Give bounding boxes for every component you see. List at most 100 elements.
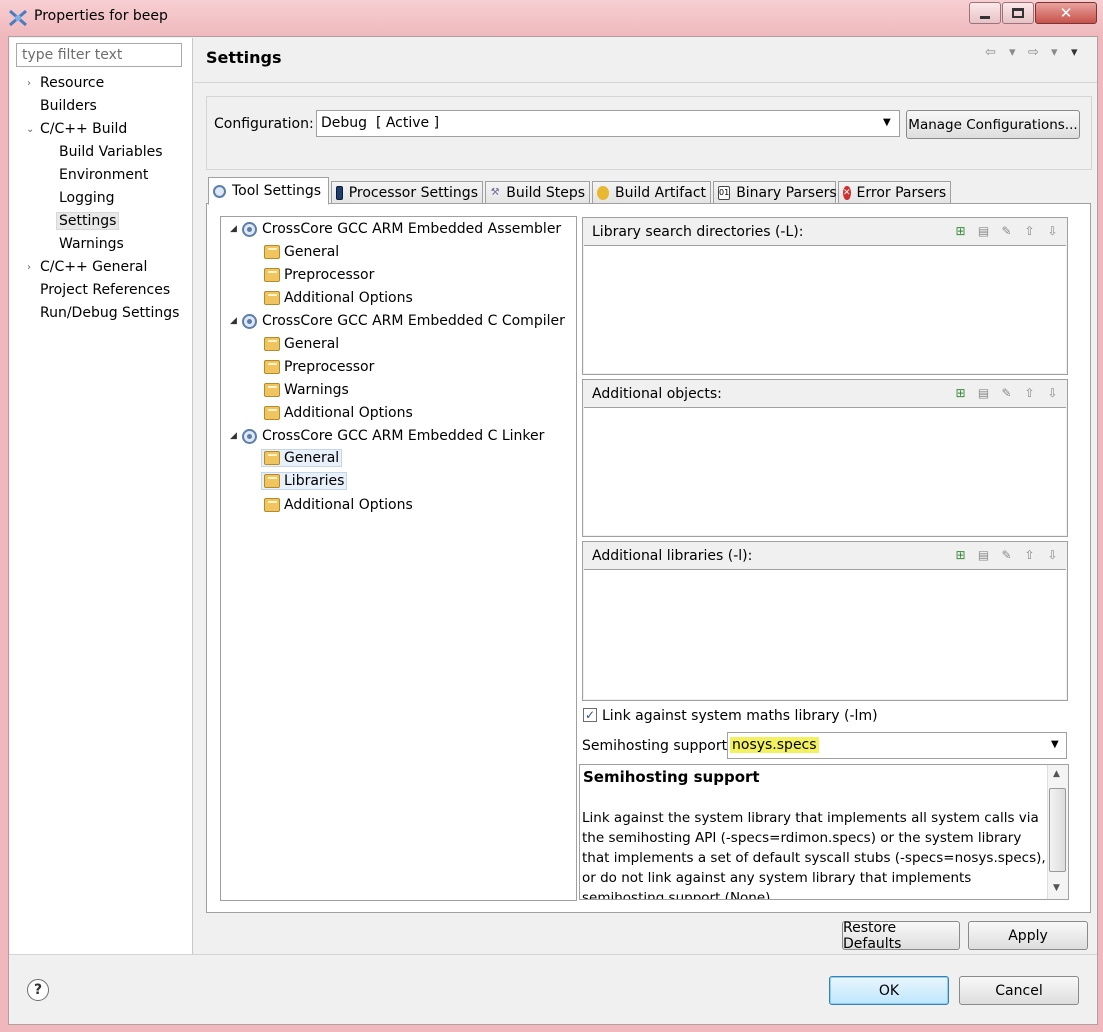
list-body[interactable] xyxy=(584,407,1066,535)
tool-icon xyxy=(242,428,257,444)
math-library-checkbox[interactable]: ✓ xyxy=(583,708,597,722)
nav-item-resource[interactable]: Resource xyxy=(40,75,104,91)
chevron-down-icon[interactable]: ▼ xyxy=(883,117,891,128)
tree-tool-linker[interactable]: ◢ CrossCore GCC ARM Embedded C Linker xyxy=(230,428,544,444)
tree-tool-assembler[interactable]: ◢ CrossCore GCC ARM Embedded Assembler xyxy=(230,221,561,237)
delete-icon[interactable]: ▤ xyxy=(975,384,992,401)
configuration-label: Configuration: xyxy=(214,116,314,132)
forward-menu-icon[interactable]: ▾ xyxy=(1051,45,1058,60)
list-body[interactable] xyxy=(584,245,1066,373)
tree-option-label: Additional Options xyxy=(284,405,413,421)
page-title: Settings xyxy=(206,48,282,67)
configuration-value: Debug [ Active ] xyxy=(321,115,440,131)
tree-option-warnings[interactable]: Warnings xyxy=(264,382,349,398)
delete-icon[interactable]: ▤ xyxy=(975,222,992,239)
manage-configurations-button[interactable]: Manage Configurations... xyxy=(906,110,1080,139)
option-folder-icon xyxy=(264,474,280,488)
collapse-icon[interactable]: ◢ xyxy=(230,224,242,234)
tool-settings-icon xyxy=(213,184,226,198)
tree-option-label: Warnings xyxy=(284,382,349,398)
tab-label: Processor Settings xyxy=(348,184,478,201)
tool-icon xyxy=(242,221,257,237)
maximize-button[interactable] xyxy=(1002,2,1034,24)
add-icon[interactable]: ⊞ xyxy=(952,222,969,239)
build-steps-icon: ⚒ xyxy=(490,186,500,198)
add-icon[interactable]: ⊞ xyxy=(952,384,969,401)
chevron-down-icon[interactable]: ▼ xyxy=(1051,739,1059,750)
move-down-icon[interactable]: ⇩ xyxy=(1044,384,1061,401)
move-up-icon[interactable]: ⇧ xyxy=(1021,384,1038,401)
tree-option-general[interactable]: General xyxy=(261,449,343,467)
collapse-build-icon[interactable]: ⌄ xyxy=(26,124,34,135)
help-icon[interactable]: ? xyxy=(27,979,49,1001)
edit-icon[interactable]: ✎ xyxy=(998,384,1015,401)
nav-item-environment[interactable]: Environment xyxy=(59,167,148,183)
delete-icon[interactable]: ▤ xyxy=(975,546,992,563)
move-up-icon[interactable]: ⇧ xyxy=(1021,222,1038,239)
tree-option-additional[interactable]: Additional Options xyxy=(264,405,413,421)
tree-option-additional[interactable]: Additional Options xyxy=(264,497,413,513)
ok-button[interactable]: OK xyxy=(829,976,949,1005)
back-menu-icon[interactable]: ▾ xyxy=(1009,45,1016,60)
expand-resource-icon[interactable]: › xyxy=(27,78,31,89)
nav-item-warnings[interactable]: Warnings xyxy=(59,236,124,252)
tab-build-steps[interactable]: ⚒ Build Steps xyxy=(485,181,590,204)
move-up-icon[interactable]: ⇧ xyxy=(1021,546,1038,563)
tree-option-general[interactable]: General xyxy=(264,244,339,260)
cancel-button[interactable]: Cancel xyxy=(959,976,1079,1005)
nav-item-run-debug[interactable]: Run/Debug Settings xyxy=(40,305,179,321)
nav-item-project-references[interactable]: Project References xyxy=(40,282,170,298)
tree-tool-compiler[interactable]: ◢ CrossCore GCC ARM Embedded C Compiler xyxy=(230,313,565,329)
list-title: Additional libraries (-l): xyxy=(592,548,753,564)
tree-option-label: Preprocessor xyxy=(284,359,375,375)
apply-button[interactable]: Apply xyxy=(968,921,1088,950)
nav-item-builders[interactable]: Builders xyxy=(40,98,97,114)
tab-label: Binary Parsers xyxy=(736,184,837,201)
tree-option-label: General xyxy=(284,336,340,352)
tab-processor-settings[interactable]: Processor Settings xyxy=(331,181,483,204)
nav-item-settings[interactable]: Settings xyxy=(56,212,120,230)
tree-tool-label: CrossCore GCC ARM Embedded Assembler xyxy=(262,221,562,237)
view-menu-icon[interactable]: ▾ xyxy=(1071,45,1078,60)
list-body[interactable] xyxy=(584,569,1066,699)
close-button[interactable]: ✕ xyxy=(1035,2,1097,24)
tool-icon xyxy=(242,313,257,329)
collapse-icon[interactable]: ◢ xyxy=(230,316,242,326)
tree-option-preprocessor[interactable]: Preprocessor xyxy=(264,267,374,283)
tree-option-additional[interactable]: Additional Options xyxy=(264,290,413,306)
nav-item-build-variables[interactable]: Build Variables xyxy=(59,144,163,160)
tab-binary-parsers[interactable]: 01 Binary Parsers xyxy=(713,181,837,204)
move-down-icon[interactable]: ⇩ xyxy=(1044,222,1061,239)
move-down-icon[interactable]: ⇩ xyxy=(1044,546,1061,563)
minimize-button[interactable] xyxy=(969,2,1001,24)
semihosting-value: nosys.specs xyxy=(730,737,819,753)
collapse-icon[interactable]: ◢ xyxy=(230,431,242,441)
nav-item-cpp-general[interactable]: C/C++ General xyxy=(40,259,147,275)
back-icon[interactable]: ⇦ xyxy=(985,45,996,60)
list-title: Additional objects: xyxy=(592,386,722,402)
tree-option-preprocessor[interactable]: Preprocessor xyxy=(264,359,374,375)
help-text: Link against the system library that imp… xyxy=(582,810,1046,899)
tab-label: Error Parsers xyxy=(856,184,947,201)
scroll-down-icon[interactable]: ▼ xyxy=(1053,883,1060,893)
scroll-thumb[interactable] xyxy=(1049,788,1066,872)
tree-option-libraries[interactable]: Libraries xyxy=(261,472,348,490)
tab-tool-settings[interactable]: Tool Settings xyxy=(208,177,329,205)
filter-input[interactable] xyxy=(16,43,182,67)
additional-objects-list: Additional objects: ⊞ ▤ ✎ ⇧ ⇩ xyxy=(582,379,1068,537)
forward-icon[interactable]: ⇨ xyxy=(1028,45,1039,60)
tab-error-parsers[interactable]: ✕ Error Parsers xyxy=(838,181,951,204)
list-toolbar: ⊞ ▤ ✎ ⇧ ⇩ xyxy=(952,222,1061,239)
tree-option-general[interactable]: General xyxy=(264,336,339,352)
scroll-up-icon[interactable]: ▲ xyxy=(1053,769,1060,779)
tab-build-artifact[interactable]: Build Artifact xyxy=(592,181,711,204)
expand-general-icon[interactable]: › xyxy=(27,262,31,273)
tree-option-label: Libraries xyxy=(284,473,345,489)
nav-item-logging[interactable]: Logging xyxy=(59,190,115,206)
header-divider xyxy=(194,82,1097,83)
edit-icon[interactable]: ✎ xyxy=(998,546,1015,563)
restore-defaults-button[interactable]: Restore Defaults xyxy=(842,920,960,952)
nav-item-cpp-build[interactable]: C/C++ Build xyxy=(40,121,127,137)
add-icon[interactable]: ⊞ xyxy=(952,546,969,563)
edit-icon[interactable]: ✎ xyxy=(998,222,1015,239)
